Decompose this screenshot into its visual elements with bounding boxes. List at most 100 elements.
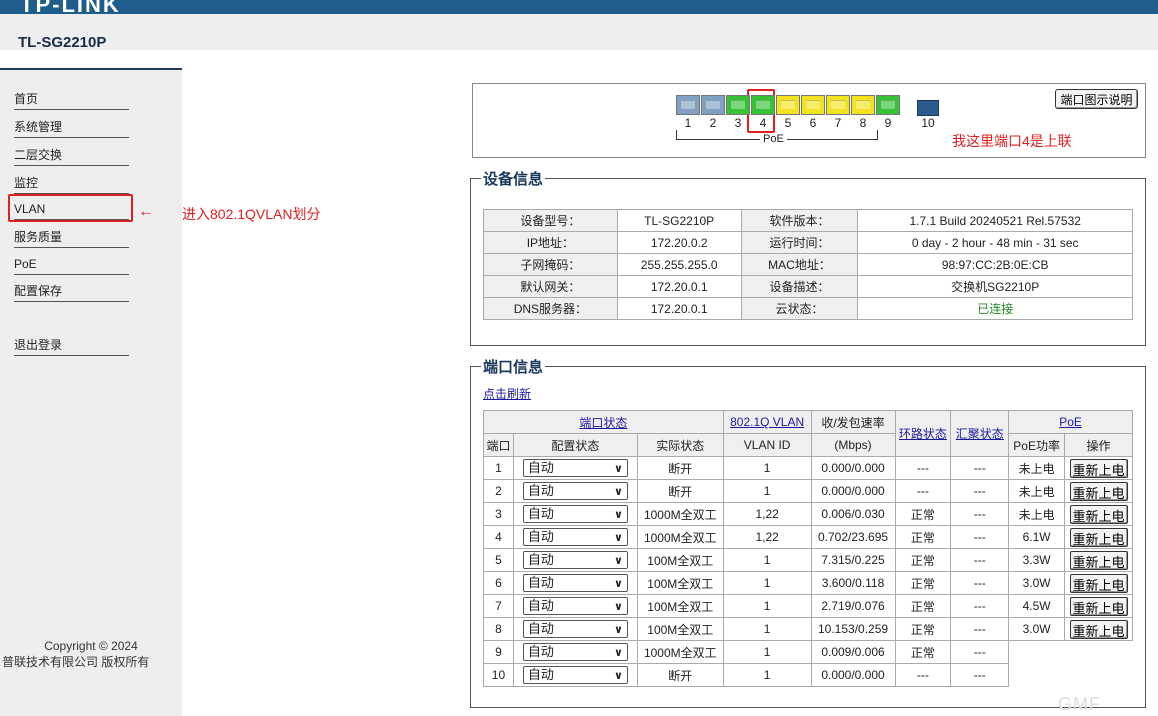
poe-power-cell: 4.5W	[1008, 594, 1066, 618]
vlan-link[interactable]: 802.1Q VLAN	[730, 415, 804, 429]
repower-button[interactable]: 重新上电	[1069, 550, 1128, 570]
port-number-cell: 3	[483, 502, 514, 526]
chevron-down-icon: ∨	[613, 624, 623, 636]
config-status-select[interactable]: 自动 ∨	[522, 597, 628, 615]
config-status-select[interactable]: 自动 ∨	[522, 666, 628, 684]
chevron-down-icon: ∨	[613, 555, 623, 567]
config-status-select[interactable]: 自动 ∨	[522, 505, 628, 523]
port-number: 6	[809, 116, 817, 130]
config-status-select[interactable]: 自动 ∨	[522, 574, 628, 592]
port-number-cell: 8	[483, 617, 514, 641]
poe-power-cell: 3.0W	[1008, 571, 1066, 595]
sidebar-item-qos[interactable]: 服务质量	[14, 228, 129, 248]
repower-button[interactable]: 重新上电	[1069, 573, 1128, 593]
config-status-select[interactable]: 自动 ∨	[522, 551, 628, 569]
sidebar	[0, 70, 182, 716]
ethernet-port-icon[interactable]	[726, 95, 750, 115]
poe-power-cell: 未上电	[1008, 456, 1066, 480]
rate-cell: 3.600/0.118	[810, 571, 896, 595]
actual-status-cell: 断开	[636, 456, 724, 480]
port-status-link[interactable]: 端口状态	[579, 416, 627, 430]
sidebar-item-l2-switching[interactable]: 二层交换	[14, 146, 129, 166]
port-number-cell: 4	[483, 525, 514, 549]
table-row: 4 自动 ∨ 1000M全双工 1,22 0.702/23.695 正常 --- 6.1W 重新上…	[483, 525, 1133, 549]
port-number-cell: 7	[483, 594, 514, 618]
info-value: 已连接	[857, 297, 1133, 320]
table-row: 3 自动 ∨ 1000M全双工 1,22 0.006/0.030 正常 --- 未上电 重新上电	[483, 502, 1133, 526]
loop-status-cell: 正常	[894, 502, 952, 526]
repower-button[interactable]: 重新上电	[1069, 458, 1128, 478]
sidebar-item-save-config[interactable]: 配置保存	[14, 282, 129, 302]
refresh-link[interactable]: 点击刷新	[483, 385, 531, 402]
arrow-left-icon: ←	[138, 203, 154, 220]
vlan-id-cell: 1	[722, 479, 812, 503]
sfp-port-icon[interactable]	[917, 100, 939, 116]
port-number: 4	[759, 116, 767, 130]
vlan-id-cell: 1,22	[722, 525, 812, 549]
table-row: 7 自动 ∨ 100M全双工 1 2.719/0.076 正常 --- 4.5W 重新上电	[483, 594, 1133, 618]
ethernet-port-icon[interactable]	[801, 95, 825, 115]
ethernet-port-icon[interactable]	[751, 95, 775, 115]
aggregation-status-cell: ---	[950, 525, 1010, 549]
ethernet-port-icon[interactable]	[776, 95, 800, 115]
poe-power-cell: 6.1W	[1008, 525, 1066, 549]
actual-status-cell: 1000M全双工	[636, 640, 724, 664]
config-status-select[interactable]: 自动 ∨	[522, 620, 628, 638]
repower-button[interactable]: 重新上电	[1069, 481, 1128, 501]
ethernet-port-icon[interactable]	[676, 95, 700, 115]
loop-status-link[interactable]: 环路状态	[899, 427, 947, 441]
repower-button[interactable]: 重新上电	[1069, 596, 1128, 616]
table-row: IP地址： 172.20.0.2 运行时间： 0 day - 2 hour - 48 …	[483, 231, 1133, 254]
config-status-select[interactable]: 自动 ∨	[522, 482, 628, 500]
chevron-down-icon: ∨	[613, 647, 623, 659]
rate-cell: 0.702/23.695	[810, 525, 896, 549]
ethernet-port-icon[interactable]	[876, 95, 900, 115]
rate-cell: 10.153/0.259	[810, 617, 896, 641]
config-status-select[interactable]: 自动 ∨	[522, 528, 628, 546]
rate-header: 收/发包速率	[810, 410, 896, 434]
repower-button[interactable]: 重新上电	[1069, 527, 1128, 547]
repower-button[interactable]: 重新上电	[1069, 504, 1128, 524]
table-row: 设备型号： TL-SG2210P 软件版本： 1.7.1 Build 20240521…	[483, 209, 1133, 232]
rate-cell: 0.000/0.000	[810, 663, 896, 687]
config-status-select[interactable]: 自动 ∨	[522, 643, 628, 661]
sidebar-divider	[0, 68, 182, 70]
sidebar-item-home[interactable]: 首页	[14, 90, 129, 110]
sidebar-item-poe[interactable]: PoE	[14, 255, 129, 275]
sidebar-item-monitor[interactable]: 监控	[14, 174, 129, 194]
top-banner: TP-LINK	[0, 0, 1158, 17]
aggregation-status-cell: ---	[950, 571, 1010, 595]
rate-cell: 7.315/0.225	[810, 548, 896, 572]
port-info-table: 端口状态 802.1Q VLAN 收/发包速率 环路状态 汇聚状态 PoE 端口…	[483, 410, 1133, 687]
table-row: 2 自动 ∨ 断开 1 0.000/0.000 --- --- 未上电 重新上电	[483, 479, 1133, 503]
sidebar-item-logout[interactable]: 退出登录	[14, 336, 129, 356]
ethernet-port-icon[interactable]	[851, 95, 875, 115]
info-label: 默认网关：	[483, 275, 618, 298]
repower-button[interactable]: 重新上电	[1069, 619, 1128, 639]
aggregation-status-cell: ---	[950, 594, 1010, 618]
info-value: TL-SG2210P	[616, 209, 742, 232]
port-legend-button[interactable]: 端口图示说明	[1055, 89, 1138, 109]
config-status-select[interactable]: 自动 ∨	[522, 459, 628, 477]
info-value: 98:97:CC:2B:0E:CB	[857, 253, 1133, 276]
device-info-title: 设备信息	[481, 168, 546, 189]
ethernet-port-icon[interactable]	[826, 95, 850, 115]
info-value: 172.20.0.2	[616, 231, 742, 254]
port-annotation: 我这里端口4是上联	[952, 133, 1072, 149]
ethernet-port-icon[interactable]	[701, 95, 725, 115]
port-number-cell: 10	[483, 663, 514, 687]
aggregation-status-link[interactable]: 汇聚状态	[956, 427, 1004, 441]
poe-link[interactable]: PoE	[1059, 415, 1082, 429]
vlan-id-cell: 1	[722, 594, 812, 618]
select-value: 自动	[527, 460, 554, 475]
rate-unit-header: (Mbps)	[810, 433, 896, 457]
chevron-down-icon: ∨	[613, 486, 623, 498]
port-number: 7	[834, 116, 842, 130]
port-number-cell: 6	[483, 571, 514, 595]
aggregation-status-cell: ---	[950, 479, 1010, 503]
info-label: 软件版本：	[740, 209, 859, 232]
select-value: 自动	[527, 552, 554, 567]
actual-status-cell: 1000M全双工	[636, 525, 724, 549]
sidebar-item-system[interactable]: 系统管理	[14, 118, 129, 138]
port-number: 9	[884, 116, 892, 130]
